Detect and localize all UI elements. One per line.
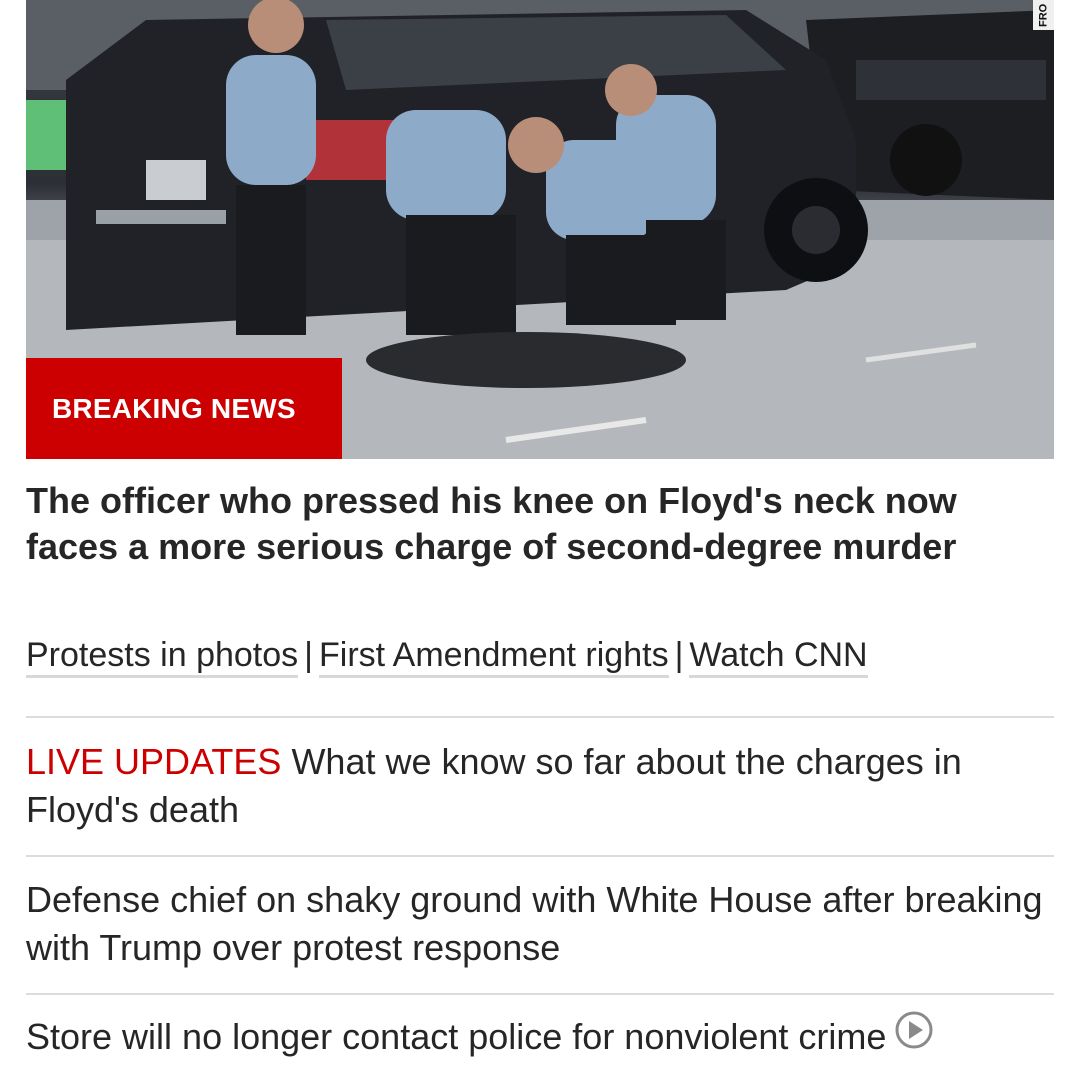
link-separator: | [674,636,684,674]
breaking-news-badge: BREAKING NEWS [26,358,342,459]
link-separator: | [304,636,313,674]
related-links: Protests in photos | First Amendment right… [26,634,1056,678]
story-store-police[interactable]: Store will no longer contact police for … [26,1010,1046,1062]
source-watermark: FRO [1033,0,1054,30]
related-link-protests-in-photos[interactable]: Protests in photos [26,636,299,678]
divider [26,993,1054,995]
related-link-watch-cnn[interactable]: Watch CNN [689,636,868,678]
story-title: Store will no longer contact police for … [26,1016,887,1057]
story-defense-chief[interactable]: Defense chief on shaky ground with White… [26,876,1046,972]
story-live-updates[interactable]: LIVE UPDATES What we know so far about t… [26,738,1046,834]
live-updates-tag: LIVE UPDATES [26,741,282,782]
related-link-first-amendment-rights[interactable]: First Amendment rights [319,636,669,678]
lead-headline[interactable]: The officer who pressed his knee on Floy… [26,478,1046,570]
play-circle-icon[interactable] [894,1010,934,1062]
divider [26,855,1054,857]
divider [26,716,1054,718]
story-title: Defense chief on shaky ground with White… [26,879,1043,968]
